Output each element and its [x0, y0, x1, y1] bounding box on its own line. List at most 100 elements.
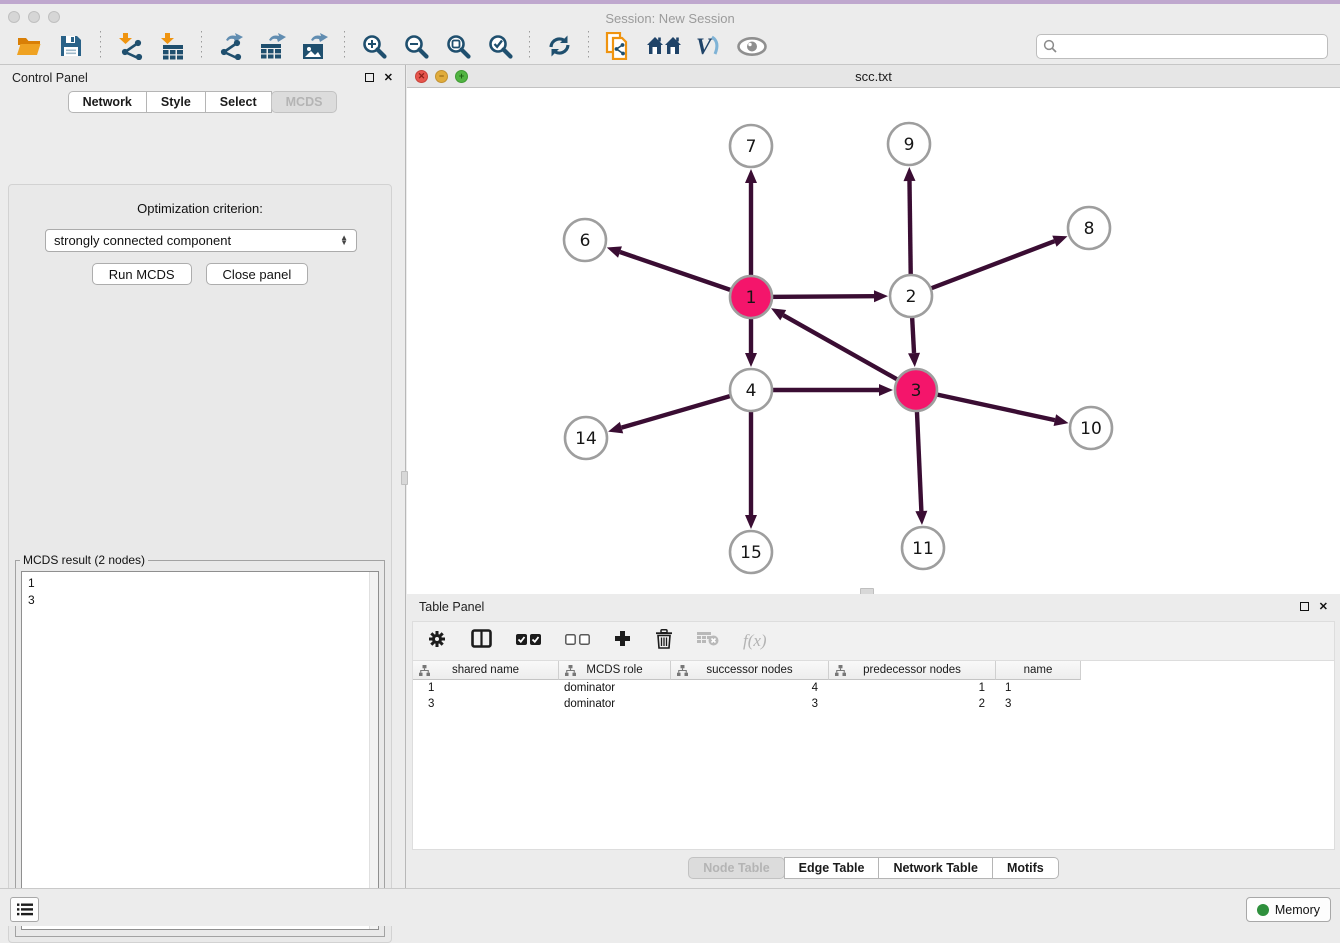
function-builder-button[interactable]: f(x): [743, 631, 767, 651]
save-session-button[interactable]: [55, 30, 87, 62]
toolbar-divider: [344, 31, 345, 61]
select-all-columns-button[interactable]: [516, 632, 541, 650]
criterion-select[interactable]: strongly connected component ▲▼: [45, 229, 357, 252]
table-cell[interactable]: 2: [829, 696, 996, 712]
network-view-window: ✕ − + scc.txt 7 9 6 8 1 2 4 3 14 10 15 11: [407, 65, 1340, 594]
tab-motifs[interactable]: Motifs: [992, 857, 1059, 879]
home-icon: [646, 35, 682, 57]
zoom-fit-icon: [445, 33, 472, 60]
tab-node-table[interactable]: Node Table: [688, 857, 784, 879]
network-canvas[interactable]: 7 9 6 8 1 2 4 3 14 10 15 11: [407, 88, 1338, 593]
control-panel: Control Panel ✕ Network Style Select MCD…: [0, 65, 406, 888]
open-session-button[interactable]: [13, 30, 45, 62]
vertical-splitter-handle[interactable]: [401, 471, 408, 485]
table-panel: Table Panel ✕: [407, 594, 1340, 888]
table-cell[interactable]: 1: [413, 680, 559, 696]
search-box[interactable]: [1036, 34, 1328, 59]
float-panel-icon[interactable]: [365, 73, 374, 82]
table-cell[interactable]: 3: [413, 696, 559, 712]
trash-icon: [655, 629, 673, 649]
memory-button[interactable]: Memory: [1246, 897, 1331, 922]
tab-network-table[interactable]: Network Table: [878, 857, 993, 879]
graph-node-2[interactable]: 2: [890, 275, 932, 317]
table-cell[interactable]: 4: [671, 680, 829, 696]
table-cell[interactable]: 1: [996, 680, 1081, 696]
mcds-result-line[interactable]: 1: [28, 575, 372, 592]
close-panel-button[interactable]: Close panel: [206, 263, 309, 285]
home-button[interactable]: [644, 30, 684, 62]
table-header-row: shared nameMCDS rolesuccessor nodesprede…: [413, 661, 1334, 680]
table-settings-button[interactable]: [427, 629, 447, 654]
tab-style[interactable]: Style: [146, 91, 206, 113]
delete-table-button[interactable]: [697, 631, 719, 651]
graph-node-3[interactable]: 3: [895, 369, 937, 411]
zoom-selected-button[interactable]: [484, 30, 516, 62]
search-input[interactable]: [1062, 39, 1321, 53]
unselect-all-columns-button[interactable]: [565, 632, 590, 650]
vizmapper-button[interactable]: V: [694, 30, 726, 62]
toolbar-divider: [529, 31, 530, 61]
export-table-button[interactable]: [257, 30, 289, 62]
memory-status-icon: [1257, 904, 1269, 916]
tab-network[interactable]: Network: [68, 91, 147, 113]
float-table-panel-icon[interactable]: [1300, 602, 1309, 611]
graph-node-1[interactable]: 1: [730, 276, 772, 318]
table-cell[interactable]: dominator: [559, 680, 671, 696]
close-panel-icon[interactable]: ✕: [384, 73, 393, 84]
delete-column-button[interactable]: [655, 629, 673, 654]
zoom-out-button[interactable]: [400, 30, 432, 62]
export-network-button[interactable]: [215, 30, 247, 62]
graph-node-7[interactable]: 7: [730, 125, 772, 167]
zoom-in-button[interactable]: [358, 30, 390, 62]
graph-node-10[interactable]: 10: [1070, 407, 1112, 449]
table-cell[interactable]: 3: [996, 696, 1081, 712]
delete-table-icon: [697, 631, 719, 646]
graph-node-8[interactable]: 8: [1068, 207, 1110, 249]
create-column-button[interactable]: [614, 630, 631, 652]
table-row[interactable]: 3dominator323: [413, 696, 1334, 712]
tab-edge-table[interactable]: Edge Table: [784, 857, 880, 879]
export-network-icon: [217, 33, 245, 60]
graph-node-11[interactable]: 11: [902, 527, 944, 569]
column-header-name[interactable]: name: [996, 661, 1081, 680]
mcds-result-list[interactable]: 13: [21, 571, 379, 930]
column-header-shared-name[interactable]: shared name: [413, 661, 559, 680]
graph-node-15[interactable]: 15: [730, 531, 772, 573]
graph-node-6[interactable]: 6: [564, 219, 606, 261]
table-tabs: Node Table Edge Table Network Table Moti…: [407, 857, 1340, 879]
table-cell[interactable]: 3: [671, 696, 829, 712]
tab-select[interactable]: Select: [205, 91, 272, 113]
scrollbar[interactable]: [369, 572, 378, 929]
run-mcds-button[interactable]: Run MCDS: [92, 263, 192, 285]
column-header-predecessor-nodes[interactable]: predecessor nodes: [829, 661, 996, 680]
graph-node-14[interactable]: 14: [565, 417, 607, 459]
table-body: 1dominator4113dominator323: [413, 680, 1334, 712]
export-image-icon: [301, 33, 329, 60]
graph-edge-2-8[interactable]: [911, 241, 1054, 296]
network-file-button[interactable]: [602, 30, 634, 62]
apply-layout-button[interactable]: [543, 30, 575, 62]
mcds-result-fieldset: MCDS result (2 nodes) 13: [15, 553, 385, 937]
import-table-button[interactable]: [156, 30, 188, 62]
task-history-button[interactable]: [10, 897, 39, 922]
column-header-mcds-role[interactable]: MCDS role: [559, 661, 671, 680]
zoom-fit-button[interactable]: [442, 30, 474, 62]
attribute-type-icon: [565, 665, 576, 676]
table-cell[interactable]: 1: [829, 680, 996, 696]
graph-node-4[interactable]: 4: [730, 369, 772, 411]
table-row[interactable]: 1dominator411: [413, 680, 1334, 696]
mcds-result-line[interactable]: 3: [28, 592, 372, 609]
import-network-button[interactable]: [114, 30, 146, 62]
tab-mcds[interactable]: MCDS: [271, 91, 338, 113]
close-table-panel-icon[interactable]: ✕: [1319, 602, 1328, 613]
criterion-value: strongly connected component: [54, 233, 231, 248]
table-cell[interactable]: dominator: [559, 696, 671, 712]
show-graphics-button[interactable]: [736, 30, 768, 62]
network-window-titlebar[interactable]: ✕ − + scc.txt: [407, 65, 1340, 88]
show-columns-button[interactable]: [471, 629, 492, 653]
mcds-panel: Optimization criterion: strongly connect…: [8, 184, 392, 943]
export-image-button[interactable]: [299, 30, 331, 62]
graph-edge-3-1[interactable]: [783, 315, 916, 390]
column-header-successor-nodes[interactable]: successor nodes: [671, 661, 829, 680]
graph-node-9[interactable]: 9: [888, 123, 930, 165]
